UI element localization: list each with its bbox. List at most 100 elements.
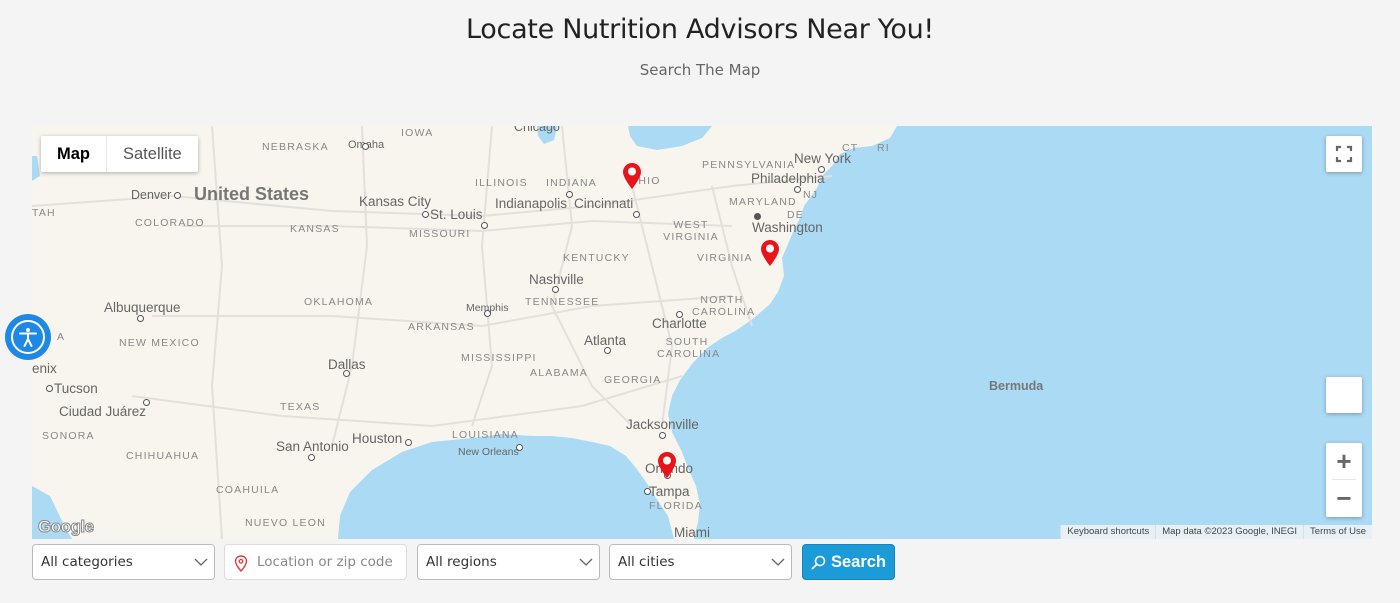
label-city: Atlanta [584, 333, 627, 348]
label-city: Denver [131, 188, 172, 202]
label-city: Chicago [514, 126, 560, 134]
accessibility-button[interactable] [5, 314, 51, 360]
zoom-in-button[interactable]: + [1326, 443, 1362, 479]
city-dot [143, 399, 150, 406]
label-city: Nashville [529, 272, 584, 287]
label-state: MISSISSIPPI [461, 352, 537, 364]
label-state: NUEVO LEON [245, 517, 326, 529]
label-state: INDIANA [546, 177, 597, 189]
location-pin-icon [234, 555, 248, 572]
label-state: IOWA [401, 127, 434, 139]
city-dot [754, 213, 761, 220]
city-dot [644, 488, 651, 495]
keyboard-shortcuts-link[interactable]: Keyboard shortcuts [1060, 525, 1156, 539]
label-city: Cincinnati [574, 196, 634, 211]
label-state: TAH [32, 207, 56, 219]
label-city: Jacksonville [626, 417, 699, 432]
label-city: Philadelphia [751, 171, 825, 186]
search-icon [811, 555, 826, 569]
label-state: MARYLAND [729, 196, 797, 208]
label-city: Washington [752, 220, 823, 235]
label-state: RI [877, 142, 890, 154]
label-state: FLORIDA [649, 500, 703, 512]
label-state: NEW MEXICO [119, 337, 200, 349]
label-state: COLORADO [135, 217, 205, 229]
map-attribution: Keyboard shortcuts Map data ©2023 Google… [1060, 525, 1372, 539]
zoom-control: + − [1326, 443, 1362, 517]
map-type-control: Map Satellite [41, 136, 198, 172]
region-select[interactable]: All regions [417, 544, 600, 580]
city-select-value: All cities [618, 554, 675, 570]
label-state: TEXAS [280, 401, 321, 413]
label-state: NEBRASKA [262, 141, 329, 153]
city-dot [422, 211, 429, 218]
label-state: MISSOURI [409, 228, 471, 240]
chevron-down-icon [579, 558, 593, 566]
label-city: Houston [352, 431, 403, 446]
city-dot [516, 444, 523, 451]
label-state: ILLINOIS [475, 177, 528, 189]
label-state: SOUTH CAROLINA [657, 336, 721, 360]
city-dot [604, 347, 611, 354]
label-state: COAHUILA [216, 484, 280, 496]
region-select-value: All regions [426, 554, 497, 570]
map-type-map-button[interactable]: Map [41, 136, 107, 172]
label-state: VIRGINIA [697, 252, 753, 264]
city-dot [174, 192, 181, 199]
city-dot [481, 222, 488, 229]
map-marker[interactable] [761, 240, 779, 266]
map-marker[interactable] [623, 163, 641, 189]
city-dot [566, 191, 573, 198]
label-bermuda: Bermuda [989, 379, 1044, 393]
city-dot [46, 385, 53, 392]
label-united-states: United States [194, 184, 310, 204]
map-marker[interactable] [658, 452, 676, 478]
google-logo: Google [38, 517, 95, 537]
label-city: Tampa [649, 484, 690, 499]
street-view-pegman-button[interactable] [1326, 377, 1362, 413]
fullscreen-button[interactable] [1326, 136, 1362, 172]
label-state: OKLAHOMA [304, 296, 374, 308]
label-city: Kansas City [359, 194, 432, 209]
label-city: Albuquerque [104, 300, 181, 315]
label-city: San Antonio [276, 439, 349, 454]
category-select-value: All categories [41, 554, 133, 570]
city-select[interactable]: All cities [609, 544, 792, 580]
label-state: NORTH CAROLINA [692, 294, 756, 318]
city-dot [343, 370, 350, 377]
label-city: St. Louis [430, 207, 483, 222]
label-city: New Orleans [458, 446, 519, 458]
label-city: Ciudad Juárez [59, 404, 147, 419]
label-state: ALABAMA [530, 367, 589, 379]
label-city: enix [32, 361, 57, 376]
label-state: ARKANSAS [408, 321, 475, 333]
label-city: Tucson [54, 381, 98, 396]
label-state: KANSAS [290, 223, 340, 235]
city-dot [484, 310, 491, 317]
city-dot [405, 439, 412, 446]
category-select[interactable]: All categories [32, 544, 215, 580]
label-state: GEORGIA [604, 374, 662, 386]
chevron-down-icon [194, 558, 208, 566]
city-dot [794, 186, 801, 193]
location-input[interactable] [257, 545, 397, 579]
fullscreen-icon [1335, 145, 1353, 163]
page-subtitle: Search The Map [639, 61, 761, 79]
label-city: Indianapolis [495, 196, 568, 211]
chevron-down-icon [771, 558, 785, 566]
label-state: LOUISIANA [452, 429, 519, 441]
terms-of-use-link[interactable]: Terms of Use [1303, 525, 1372, 539]
city-dot [818, 166, 825, 173]
city-dot [362, 143, 369, 150]
zoom-out-button[interactable]: − [1326, 480, 1362, 516]
map[interactable]: United States IOWA NEBRASKA COLORADO KAN… [32, 126, 1372, 539]
location-field[interactable] [224, 544, 407, 580]
city-dot [676, 311, 683, 318]
label-state: NJ [803, 189, 819, 201]
map-data-text: Map data ©2023 Google, INEGI [1155, 525, 1304, 539]
city-dot [633, 211, 640, 218]
search-button-label: Search [830, 552, 887, 571]
search-button[interactable]: Search [802, 544, 895, 580]
map-type-satellite-button[interactable]: Satellite [107, 136, 198, 172]
label-state: SONORA [42, 430, 95, 442]
